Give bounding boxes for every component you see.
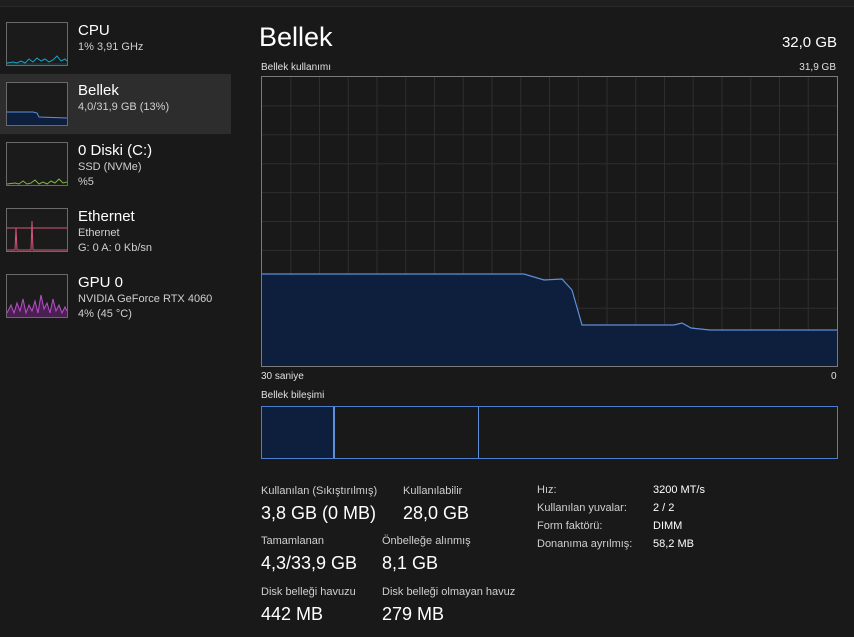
speed-value: 3200 MT/s <box>653 484 705 496</box>
composition-standby-divider <box>478 407 479 458</box>
hardware-reserved-value: 58,2 MB <box>653 538 694 550</box>
sidebar-item-gpu[interactable]: GPU 0 NVIDIA GeForce RTX 4060 4% (45 °C) <box>0 266 231 326</box>
window-top-strip <box>0 0 854 7</box>
sidebar-item-title: Ethernet <box>78 208 135 225</box>
sidebar-item-title: Bellek <box>78 82 119 99</box>
disk-thumbnail-graph <box>6 142 68 186</box>
memory-thumbnail-graph <box>6 82 68 126</box>
sidebar-item-title: GPU 0 <box>78 274 124 291</box>
sidebar-item-subtitle: Ethernet <box>78 227 120 239</box>
cpu-thumbnail-graph <box>6 22 68 66</box>
memory-usage-chart <box>261 76 838 367</box>
in-use-label: Kullanılan (Sıkıştırılmış) <box>261 485 378 497</box>
composition-modified-segment <box>334 407 335 458</box>
sidebar-item-cpu[interactable]: CPU 1% 3,91 GHz <box>0 14 231 74</box>
sidebar-item-ethernet[interactable]: Ethernet Ethernet G: 0 A: 0 Kb/sn <box>0 200 231 260</box>
sidebar-item-subtitle: G: 0 A: 0 Kb/sn <box>78 242 152 254</box>
cached-label: Önbelleğe alınmış <box>382 535 471 547</box>
total-memory: 32,0 GB <box>781 34 837 51</box>
sidebar-item-memory[interactable]: Bellek 4,0/31,9 GB (13%) <box>0 74 231 134</box>
available-label: Kullanılabilir <box>403 485 463 497</box>
sidebar-item-disk[interactable]: 0 Diski (C:) SSD (NVMe) %5 <box>0 134 231 194</box>
speed-label: Hız: <box>537 484 557 496</box>
ethernet-thumbnail-graph <box>6 208 68 252</box>
committed-value: 4,3/33,9 GB <box>261 553 358 573</box>
sidebar-item-subtitle: SSD (NVMe) <box>78 161 142 173</box>
usage-chart-label: Bellek kullanımı <box>261 62 332 73</box>
paged-pool-value: 442 MB <box>261 604 324 624</box>
sidebar-item-title: 0 Diski (C:) <box>78 142 153 159</box>
gpu-thumbnail-graph <box>6 274 68 318</box>
time-axis-start: 30 saniye <box>261 371 304 382</box>
composition-label: Bellek bileşimi <box>261 390 325 401</box>
memory-usage-graph <box>262 77 837 366</box>
sidebar-item-subtitle: 4,0/31,9 GB (13%) <box>78 101 170 113</box>
cached-value: 8,1 GB <box>382 553 439 573</box>
slots-used-label: Kullanılan yuvalar: <box>537 502 627 514</box>
nonpaged-pool-value: 279 MB <box>382 604 445 624</box>
page-title: Bellek <box>259 22 333 52</box>
form-factor-label: Form faktörü: <box>537 520 603 532</box>
available-value: 28,0 GB <box>403 503 470 523</box>
sidebar-item-subtitle: 4% (45 °C) <box>78 308 132 320</box>
slots-used-value: 2 / 2 <box>653 502 675 514</box>
sidebar-item-subtitle: 1% 3,91 GHz <box>78 41 144 53</box>
composition-in-use-segment <box>262 407 334 458</box>
sidebar-item-subtitle: %5 <box>78 176 94 188</box>
form-factor-value: DIMM <box>653 520 683 532</box>
in-use-value: 3,8 GB (0 MB) <box>261 503 377 523</box>
usage-chart-max: 31,9 GB <box>799 62 836 73</box>
committed-label: Tamamlanan <box>261 535 324 547</box>
memory-composition-bar[interactable] <box>261 406 838 459</box>
hardware-reserved-label: Donanıma ayrılmış: <box>537 538 633 550</box>
paged-pool-label: Disk belleği havuzu <box>261 586 356 598</box>
time-axis-end: 0 <box>831 371 837 382</box>
sidebar-item-title: CPU <box>78 22 110 39</box>
nonpaged-pool-label: Disk belleği olmayan havuz <box>382 586 516 598</box>
sidebar-item-subtitle: NVIDIA GeForce RTX 4060 <box>78 293 213 305</box>
